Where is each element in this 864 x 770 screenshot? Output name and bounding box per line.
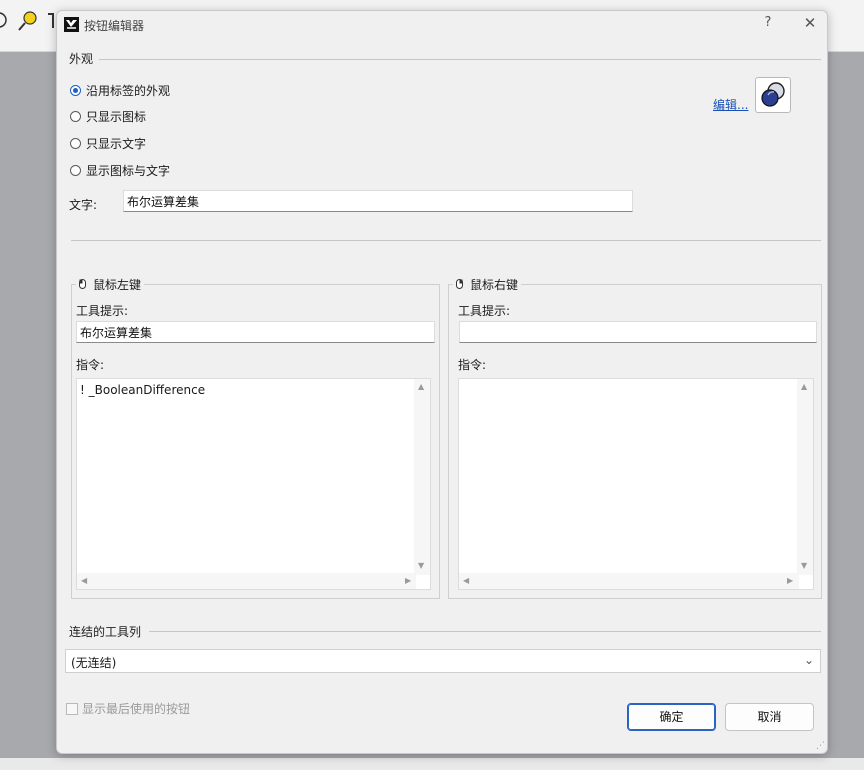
app-logo-icon — [64, 17, 79, 32]
cancel-button[interactable]: 取消 — [725, 703, 814, 731]
left-horizontal-scrollbar[interactable]: ◀ ▶ — [77, 573, 416, 589]
dialog-titlebar[interactable]: 按钮编辑器 ? ✕ — [57, 11, 827, 39]
show-last-used-checkbox[interactable] — [66, 702, 78, 715]
radio-label: 显示图标与文字 — [86, 163, 171, 178]
ok-button[interactable]: 确定 — [627, 703, 716, 731]
radio-use-tab-appearance[interactable]: 沿用标签的外观 — [70, 82, 170, 98]
right-mouse-group-title: 鼠标右键 — [453, 276, 522, 293]
left-tooltip-label: 工具提示: — [76, 304, 129, 318]
appearance-section-label: 外观 — [69, 52, 94, 66]
left-mouse-group: 鼠标左键 工具提示: 指令: ! _BooleanDifference ▲ ▼ … — [71, 276, 440, 599]
mouse-left-icon — [79, 278, 86, 292]
text-field-label: 文字: — [69, 198, 98, 212]
help-button[interactable]: ? — [760, 15, 776, 33]
scroll-right-arrow-icon[interactable]: ▶ — [405, 576, 411, 585]
right-horizontal-scrollbar[interactable]: ◀ ▶ — [459, 573, 799, 589]
radio-label: 只显示文字 — [86, 136, 147, 151]
radio-indicator[interactable] — [70, 164, 81, 176]
right-mouse-group: 鼠标右键 工具提示: 指令: ▲ ▼ ◀ ▶ — [448, 276, 822, 599]
button-editor-dialog: 按钮编辑器 ? ✕ 外观 沿用标签的外观 只显示图标 只显示文字 显示图标与文字… — [56, 10, 828, 754]
background-statusbar — [0, 758, 864, 770]
radio-label: 沿用标签的外观 — [86, 83, 171, 98]
scroll-left-arrow-icon[interactable]: ◀ — [463, 576, 469, 585]
left-mouse-group-title: 鼠标左键 — [76, 276, 145, 293]
right-command-textarea[interactable]: ▲ ▼ ◀ ▶ — [458, 378, 814, 590]
button-icon-preview[interactable] — [755, 77, 791, 113]
left-tooltip-input[interactable] — [76, 321, 435, 343]
resize-grip-icon[interactable]: ⋰ — [816, 741, 825, 751]
toolbar-partial-icon[interactable] — [47, 10, 55, 35]
chevron-down-icon[interactable]: ⌄ — [804, 653, 814, 667]
radio-indicator-checked[interactable] — [70, 84, 81, 96]
toolbar-pen-icon[interactable] — [17, 10, 39, 35]
radio-icon-and-text[interactable]: 显示图标与文字 — [70, 162, 170, 178]
linked-toolbar-divider — [149, 631, 821, 632]
mouse-right-icon — [456, 278, 463, 292]
radio-indicator[interactable] — [70, 110, 81, 122]
linked-toolbar-selected-value: (无连结) — [71, 656, 117, 670]
show-last-used-option[interactable]: 显示最后使用的按钮 — [66, 700, 190, 717]
scroll-down-arrow-icon[interactable]: ▼ — [418, 561, 424, 570]
radio-text-only[interactable]: 只显示文字 — [70, 135, 146, 151]
right-tooltip-label: 工具提示: — [458, 304, 511, 318]
linked-toolbar-select[interactable]: (无连结) ⌄ — [65, 649, 821, 673]
edit-icon-link[interactable]: 编辑... — [713, 96, 748, 113]
button-text-input[interactable] — [123, 190, 633, 212]
right-mouse-title: 鼠标右键 — [470, 278, 519, 292]
linked-toolbar-label: 连结的工具列 — [69, 625, 142, 639]
right-tooltip-input[interactable] — [459, 321, 817, 343]
right-vertical-scrollbar[interactable]: ▲ ▼ — [797, 379, 813, 575]
left-vertical-scrollbar[interactable]: ▲ ▼ — [414, 379, 430, 575]
show-last-used-label: 显示最后使用的按钮 — [82, 702, 191, 716]
scroll-left-arrow-icon[interactable]: ◀ — [81, 576, 87, 585]
scroll-down-arrow-icon[interactable]: ▼ — [801, 561, 807, 570]
section-divider — [71, 240, 821, 241]
boolean-difference-icon — [761, 82, 785, 107]
dialog-title: 按钮编辑器 — [84, 19, 145, 33]
right-command-label: 指令: — [458, 358, 487, 372]
left-mouse-title: 鼠标左键 — [93, 278, 142, 292]
toolbar-ring-icon[interactable] — [0, 10, 10, 33]
left-command-text: ! _BooleanDifference — [80, 383, 206, 397]
radio-label: 只显示图标 — [86, 109, 147, 124]
left-command-label: 指令: — [76, 358, 105, 372]
scroll-up-arrow-icon[interactable]: ▲ — [418, 382, 424, 391]
left-command-textarea[interactable]: ! _BooleanDifference ▲ ▼ ◀ ▶ — [76, 378, 431, 590]
appearance-divider — [99, 59, 821, 60]
close-button[interactable]: ✕ — [801, 14, 819, 34]
radio-indicator[interactable] — [70, 137, 81, 149]
scroll-up-arrow-icon[interactable]: ▲ — [801, 382, 807, 391]
radio-icon-only[interactable]: 只显示图标 — [70, 108, 146, 124]
scroll-right-arrow-icon[interactable]: ▶ — [787, 576, 793, 585]
